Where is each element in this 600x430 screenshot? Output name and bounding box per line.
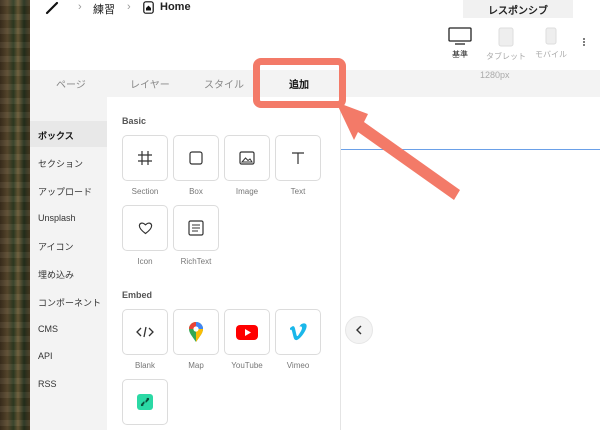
responsive-tab[interactable]: レスポンシブ xyxy=(463,0,573,18)
box-icon xyxy=(189,151,203,165)
category-rss[interactable]: RSS xyxy=(38,379,57,389)
collapse-panel-button[interactable] xyxy=(345,316,373,344)
category-cms[interactable]: CMS xyxy=(38,324,58,334)
component-label: Vimeo xyxy=(286,361,310,370)
google-maps-icon xyxy=(189,322,203,342)
canvas-area[interactable] xyxy=(340,97,600,430)
breadcrumb-separator: › xyxy=(127,1,131,13)
editor-window: › 練習 › Home レスポンシブ 基準 タブレット モバイル ページ レイヤ… xyxy=(30,0,600,430)
component-text[interactable] xyxy=(275,135,321,181)
component-image[interactable] xyxy=(224,135,270,181)
component-section[interactable] xyxy=(122,135,168,181)
youtube-icon xyxy=(236,324,258,340)
component-map[interactable] xyxy=(173,309,219,355)
pen-icon[interactable] xyxy=(44,1,60,15)
category-unsplash[interactable]: Unsplash xyxy=(38,213,76,223)
tab-style[interactable]: スタイル xyxy=(204,70,244,97)
text-icon xyxy=(292,152,304,164)
tablet-icon xyxy=(498,27,514,47)
breadcrumb-page[interactable]: Home xyxy=(160,1,191,13)
more-options-icon[interactable] xyxy=(582,37,586,49)
section-title-embed: Embed xyxy=(122,290,153,300)
canvas-width-label: 1280px xyxy=(480,70,510,80)
component-icon[interactable] xyxy=(122,205,168,251)
device-tablet-label: タブレット xyxy=(486,52,526,61)
category-box[interactable]: ボックス xyxy=(38,129,74,142)
desktop-icon xyxy=(448,27,472,45)
code-icon xyxy=(136,326,154,338)
component-panel: Basic Section Box Image Text Icon RichTe… xyxy=(107,97,340,430)
vimeo-icon xyxy=(290,323,307,341)
component-label: RichText xyxy=(180,257,212,266)
component-link-app[interactable] xyxy=(122,379,168,425)
category-icon[interactable]: アイコン xyxy=(38,240,74,253)
breadcrumb-separator: › xyxy=(78,1,82,13)
component-box[interactable] xyxy=(173,135,219,181)
highlight-box-add-tab xyxy=(253,58,346,108)
richtext-icon xyxy=(188,220,204,236)
page-icon xyxy=(143,1,154,14)
image-icon xyxy=(239,151,255,165)
tab-page[interactable]: ページ xyxy=(56,70,86,97)
category-upload[interactable]: アップロード xyxy=(38,185,92,198)
top-bar: › 練習 › Home レスポンシブ xyxy=(30,0,600,18)
section-icon xyxy=(138,151,152,165)
tab-layers[interactable]: レイヤー xyxy=(130,70,170,97)
device-mobile-label: モバイル xyxy=(535,50,567,59)
category-component[interactable]: コンポーネント xyxy=(38,296,101,309)
section-title-basic: Basic xyxy=(122,116,147,126)
chevron-left-icon xyxy=(356,325,362,335)
category-api[interactable]: API xyxy=(38,351,53,361)
breadcrumb-project[interactable]: 練習 xyxy=(93,1,115,17)
link-app-icon xyxy=(137,394,153,410)
component-blank[interactable] xyxy=(122,309,168,355)
canvas-frame-edge xyxy=(341,149,600,150)
component-vimeo[interactable] xyxy=(275,309,321,355)
mobile-icon xyxy=(545,27,557,45)
background-photo xyxy=(0,0,30,430)
component-label: Text xyxy=(290,187,306,196)
device-desktop[interactable]: 基準 xyxy=(448,27,472,60)
device-tablet[interactable]: タブレット xyxy=(486,27,526,62)
category-section[interactable]: セクション xyxy=(38,157,83,170)
device-mobile[interactable]: モバイル xyxy=(535,27,567,60)
device-desktop-label: 基準 xyxy=(452,50,468,59)
component-richtext[interactable] xyxy=(173,205,219,251)
heart-icon xyxy=(138,222,152,235)
category-list: ボックス セクション アップロード Unsplash アイコン 埋め込み コンポ… xyxy=(30,97,107,430)
category-embed[interactable]: 埋め込み xyxy=(38,268,74,281)
component-youtube[interactable] xyxy=(224,309,270,355)
